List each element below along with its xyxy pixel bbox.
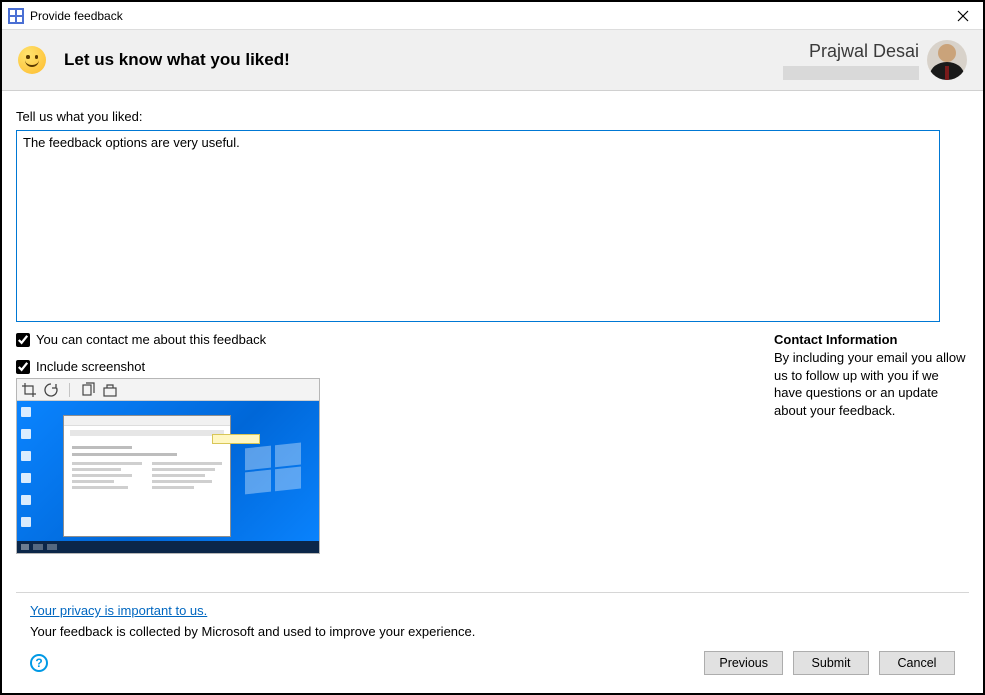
privacy-text: Your feedback is collected by Microsoft … — [30, 624, 955, 639]
contact-checkbox-label: You can contact me about this feedback — [36, 332, 266, 347]
screenshot-preview — [16, 378, 320, 554]
screenshot-thumbnail[interactable] — [17, 401, 319, 553]
feedback-prompt-label: Tell us what you liked: — [16, 109, 969, 124]
screenshot-toolbar — [17, 379, 319, 401]
refresh-icon[interactable] — [43, 382, 59, 398]
previous-button[interactable]: Previous — [704, 651, 783, 675]
close-icon — [957, 10, 969, 22]
footer: ? Previous Submit Cancel — [16, 641, 969, 687]
contact-info-panel: Contact Information By including your em… — [774, 332, 969, 554]
screenshot-checkbox-label: Include screenshot — [36, 359, 145, 374]
user-avatar[interactable] — [927, 40, 967, 80]
close-button[interactable] — [949, 4, 977, 28]
crop-icon[interactable] — [21, 382, 37, 398]
contact-checkbox[interactable] — [16, 333, 30, 347]
app-icon — [8, 8, 24, 24]
smiley-icon — [18, 46, 46, 74]
submit-button[interactable]: Submit — [793, 651, 869, 675]
user-email-redacted — [783, 66, 919, 80]
contact-info-body: By including your email you allow us to … — [774, 349, 969, 419]
user-info: Prajwal Desai — [783, 40, 967, 80]
privacy-section: Your privacy is important to us. Your fe… — [16, 593, 969, 641]
privacy-link[interactable]: Your privacy is important to us. — [30, 603, 207, 618]
window-title: Provide feedback — [30, 9, 949, 23]
contact-info-title: Contact Information — [774, 332, 969, 347]
page-heading: Let us know what you liked! — [64, 50, 783, 70]
help-icon[interactable]: ? — [30, 654, 48, 672]
cancel-button[interactable]: Cancel — [879, 651, 955, 675]
user-name: Prajwal Desai — [783, 41, 919, 62]
annotate-icon[interactable] — [102, 382, 118, 398]
contact-checkbox-row[interactable]: You can contact me about this feedback — [16, 332, 754, 347]
feedback-textarea[interactable] — [16, 130, 940, 322]
titlebar: Provide feedback — [2, 2, 983, 30]
feedback-window: Provide feedback Let us know what you li… — [0, 0, 985, 695]
copy-icon[interactable] — [80, 382, 96, 398]
screenshot-checkbox-row[interactable]: Include screenshot — [16, 359, 754, 374]
header: Let us know what you liked! Prajwal Desa… — [2, 30, 983, 91]
content-area: Tell us what you liked: You can contact … — [2, 91, 983, 693]
screenshot-checkbox[interactable] — [16, 360, 30, 374]
